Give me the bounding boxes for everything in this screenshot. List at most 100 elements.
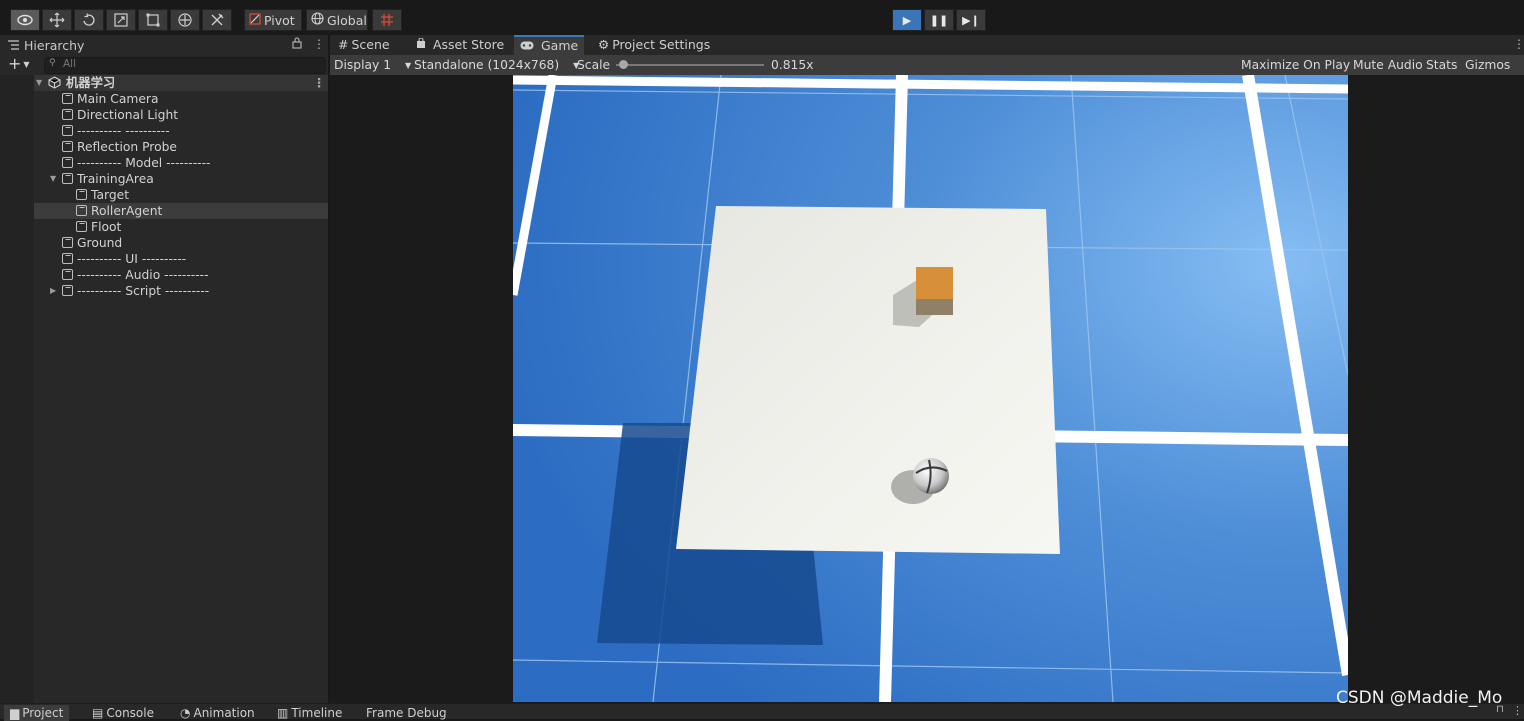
gameobject-icon <box>62 253 73 264</box>
gameobject-icon <box>76 221 87 232</box>
tab-project-settings[interactable]: ⚙ Project Settings <box>592 35 716 55</box>
rotate-tool-icon[interactable] <box>74 9 104 31</box>
hierarchy-item-training-area[interactable]: ▼ TrainingArea <box>0 171 328 187</box>
gameobject-icon <box>76 189 87 200</box>
step-button[interactable]: ▶❙ <box>956 9 986 31</box>
chevron-down-icon: ▼ <box>23 60 30 69</box>
stats-toggle[interactable]: Stats <box>1426 55 1457 75</box>
game-view-toolbar: Display 1 ▼ Standalone (1024x768) ▼ Scal… <box>330 55 1524 90</box>
gameobject-icon <box>76 205 87 216</box>
play-icon: ▶ <box>902 13 912 27</box>
hierarchy-item-floot[interactable]: Floot <box>0 219 328 235</box>
tab-project[interactable]: ▆ Project <box>4 705 70 721</box>
tab-asset-store[interactable]: Asset Store <box>410 35 510 55</box>
global-toggle[interactable]: Global <box>306 9 368 31</box>
hierarchy-item-reflection-probe[interactable]: Reflection Probe <box>0 139 328 155</box>
move-tool-icon[interactable] <box>42 9 72 31</box>
pause-icon: ❚❚ <box>929 13 949 27</box>
tab-frame-debug[interactable]: Frame Debug <box>366 705 447 721</box>
transform-tool-icon[interactable] <box>170 9 200 31</box>
game-viewport[interactable] <box>513 75 1348 702</box>
expand-arrow-icon[interactable]: ▼ <box>50 171 56 187</box>
global-label: Global <box>327 12 367 28</box>
hierarchy-item-label: ---------- UI ---------- <box>77 252 187 266</box>
scale-tool-icon[interactable] <box>106 9 136 31</box>
hierarchy-left-gutter <box>0 75 34 703</box>
pivot-toggle[interactable]: Pivot <box>244 9 302 31</box>
tabs-more-icon[interactable]: ⋮ <box>1513 37 1524 51</box>
scene-more-icon[interactable]: ⋮ <box>313 75 325 91</box>
bottom-tab-bar: ▆ Project ▤ Console ◔ Animation ▥ Timeline F… <box>0 703 1524 721</box>
play-button[interactable]: ▶ <box>892 9 922 31</box>
gear-icon: ⚙ <box>598 37 610 52</box>
hierarchy-item-label: ---------- Audio ---------- <box>77 268 209 282</box>
gameobject-icon <box>62 93 73 104</box>
display-dropdown[interactable]: Display 1 ▼ <box>334 55 411 75</box>
target-cube-side <box>916 299 953 315</box>
pause-button[interactable]: ❚❚ <box>924 9 954 31</box>
training-platform <box>676 206 1060 554</box>
expand-arrow-icon[interactable]: ▼ <box>36 75 42 91</box>
hierarchy-item-audio-separator[interactable]: ---------- Audio ---------- <box>0 267 328 283</box>
hierarchy-item-ground[interactable]: Ground <box>0 235 328 251</box>
search-placeholder: All <box>63 58 77 70</box>
target-cube <box>916 267 953 299</box>
hierarchy-item-directional-light[interactable]: Directional Light <box>0 107 328 123</box>
hierarchy-item-label: Target <box>91 188 130 202</box>
pivot-label: Pivot <box>264 12 295 28</box>
hierarchy-item-separator[interactable]: ---------- ---------- <box>0 123 328 139</box>
unity-scene-icon <box>48 75 61 91</box>
hierarchy-item-label: TrainingArea <box>77 172 154 186</box>
hierarchy-item-target[interactable]: Target <box>0 187 328 203</box>
tab-animation[interactable]: ◔ Animation <box>180 705 255 721</box>
hierarchy-item-label: Main Camera <box>77 92 159 106</box>
tab-scene-label: Scene <box>351 37 390 52</box>
hierarchy-list-icon <box>8 39 19 53</box>
chevron-down-icon: ▼ <box>404 61 412 70</box>
scale-slider-handle[interactable] <box>618 60 628 69</box>
view-tool-eye-icon[interactable] <box>10 9 40 31</box>
hierarchy-tab-bar: Hierarchy ⋮ <box>0 35 328 56</box>
tab-game-label: Game <box>540 38 579 53</box>
rect-tool-icon[interactable] <box>138 9 168 31</box>
collapse-arrow-icon[interactable]: ▶ <box>50 283 56 299</box>
hierarchy-search-input[interactable]: ⚲ All <box>44 57 326 74</box>
scene-name: 机器学习 <box>66 76 116 90</box>
scale-slider[interactable] <box>616 60 764 69</box>
resolution-label: Standalone (1024x768) <box>414 58 560 72</box>
custom-tool-icon[interactable] <box>202 9 232 31</box>
gameobject-icon <box>62 173 73 184</box>
bottom-more-icon[interactable]: ⋮ <box>1512 704 1523 717</box>
resolution-dropdown[interactable]: Standalone (1024x768) ▼ <box>414 55 579 75</box>
gameobject-icon <box>62 269 73 280</box>
hierarchy-tab-label[interactable]: Hierarchy <box>24 38 84 53</box>
editor-tab-bar: # Scene Asset Store Game ⚙ Project Setting… <box>330 35 1524 56</box>
mute-audio-toggle[interactable]: Mute Audio <box>1353 55 1423 75</box>
gizmos-dropdown[interactable]: Gizmos ▼ <box>1465 55 1524 90</box>
hierarchy-item-model-separator[interactable]: ---------- Model ---------- <box>0 155 328 171</box>
hierarchy-item-main-camera[interactable]: Main Camera <box>0 91 328 107</box>
hierarchy-item-ui-separator[interactable]: ---------- UI ---------- <box>0 251 328 267</box>
scene-row[interactable]: ▼ 机器学习 ⋮ <box>0 75 328 91</box>
hierarchy-more-icon[interactable]: ⋮ <box>313 37 325 51</box>
gameobject-icon <box>62 157 73 168</box>
gamepad-icon <box>520 38 538 53</box>
lock-icon[interactable] <box>292 37 302 52</box>
pivot-icon <box>249 12 261 28</box>
grid-snap-icon[interactable] <box>372 9 402 31</box>
tab-console[interactable]: ▤ Console <box>92 705 154 721</box>
search-icon: ⚲ <box>49 58 56 68</box>
hierarchy-search-row: + ▼ ⚲ All <box>0 55 328 75</box>
hierarchy-item-roller-agent[interactable]: RollerAgent <box>0 203 328 219</box>
maximize-on-play-toggle[interactable]: Maximize On Play <box>1241 55 1350 75</box>
main-toolbar: Pivot Global ▶ ❚❚ ▶❙ <box>0 0 1524 35</box>
tab-timeline[interactable]: ▥ Timeline <box>277 705 342 721</box>
hierarchy-item-label: ---------- ---------- <box>77 124 170 138</box>
tab-game[interactable]: Game <box>514 35 585 55</box>
hierarchy-item-label: ---------- Script ---------- <box>77 284 210 298</box>
add-object-button[interactable]: + ▼ <box>8 55 30 74</box>
hierarchy-item-label: Reflection Probe <box>77 140 177 154</box>
gameobject-icon <box>62 125 73 136</box>
hierarchy-item-script-separator[interactable]: ▶ ---------- Script ---------- <box>0 283 328 299</box>
tab-scene[interactable]: # Scene <box>332 35 396 55</box>
